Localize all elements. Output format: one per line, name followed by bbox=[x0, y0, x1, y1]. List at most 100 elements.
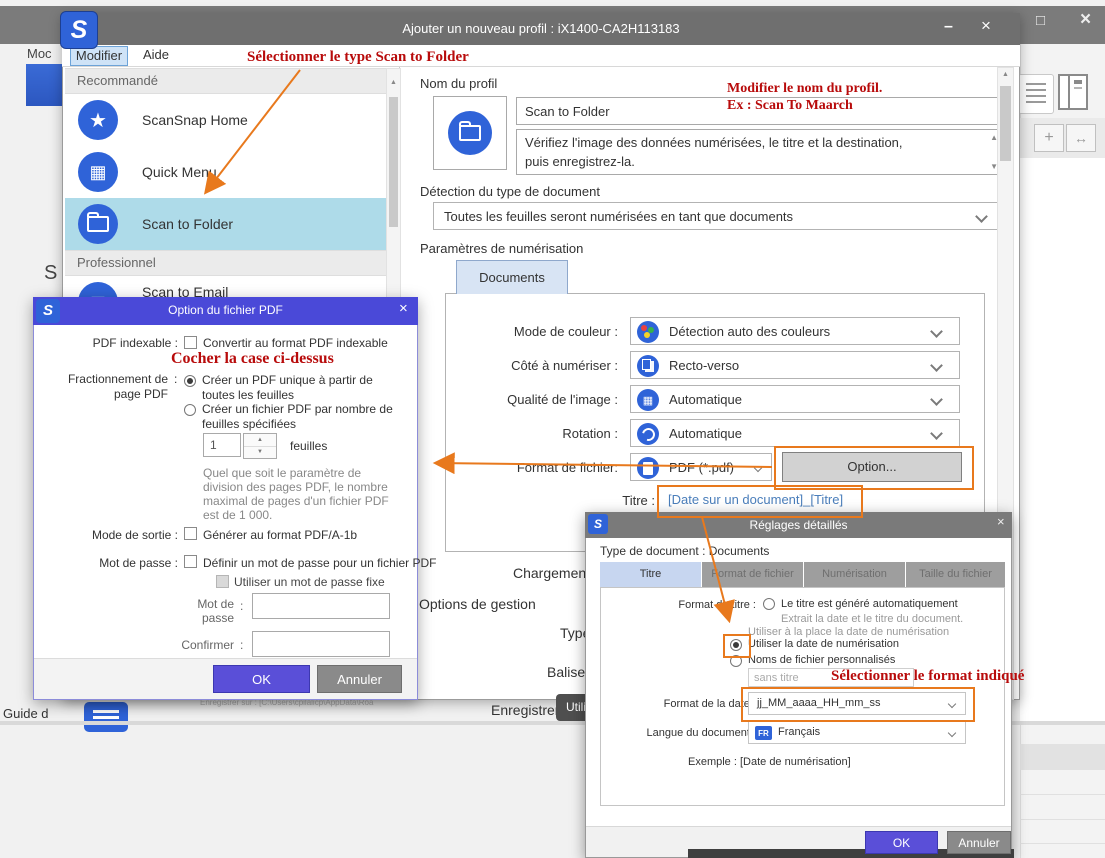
background-table-row-line bbox=[1020, 843, 1105, 844]
split-colon: : bbox=[174, 372, 177, 386]
scan-date-radio[interactable] bbox=[730, 639, 742, 651]
chevron-down-icon bbox=[930, 359, 943, 372]
custom-name-radio[interactable] bbox=[730, 655, 742, 667]
tab-numerisation[interactable]: Numérisation bbox=[804, 562, 905, 587]
rotation-dropdown[interactable]: Automatique bbox=[630, 419, 960, 447]
tab-taille-du-fichier[interactable]: Taille du fichier bbox=[906, 562, 1005, 587]
list-view-icon[interactable] bbox=[1018, 74, 1054, 114]
tab-format-de-fichier[interactable]: Format de fichier bbox=[702, 562, 803, 587]
background-logo-fragment bbox=[26, 64, 62, 106]
background-table-row-line bbox=[1020, 794, 1105, 795]
annotation-select-type: Sélectionner le type Scan to Folder bbox=[247, 49, 469, 66]
detection-dropdown[interactable]: Toutes les feuilles seront numérisées en… bbox=[433, 202, 1003, 230]
scan-side-dropdown[interactable]: Recto-verso bbox=[630, 351, 960, 379]
color-auto-icon bbox=[637, 321, 659, 343]
fixed-password-checkbox bbox=[216, 575, 229, 588]
date-format-dropdown[interactable]: jj_MM_aaaa_HH_mm_ss bbox=[748, 692, 966, 715]
profile-description-box[interactable]: Vérifiez l'image des données numérisées,… bbox=[516, 129, 1003, 175]
annotation-modify-name-1: Modifier le nom du profil. bbox=[727, 81, 882, 97]
menubar bbox=[62, 45, 1020, 67]
ok-button[interactable]: OK bbox=[865, 831, 938, 854]
chevron-down-icon bbox=[975, 210, 988, 223]
cancel-button[interactable]: Annuler bbox=[947, 831, 1011, 854]
background-table-area bbox=[1020, 158, 1105, 721]
split-pdf-radio[interactable] bbox=[184, 404, 196, 416]
background-app-icon bbox=[84, 702, 128, 732]
detail-dialog-title: Réglages détaillés bbox=[585, 518, 1012, 532]
single-pdf-radio[interactable] bbox=[184, 375, 196, 387]
auto-title-radio[interactable] bbox=[763, 598, 775, 610]
chevron-down-icon bbox=[948, 729, 956, 737]
profile-name-section-label: Nom du profil bbox=[420, 76, 497, 91]
color-mode-label: Mode de couleur : bbox=[413, 324, 618, 339]
fixed-password-label: Utiliser un mot de passe fixe bbox=[234, 575, 385, 589]
fr-flag-badge: FR bbox=[755, 726, 772, 740]
sidebar-header-professionnel: Professionnel bbox=[65, 250, 386, 276]
duplex-icon bbox=[637, 355, 659, 377]
chevron-down-icon bbox=[930, 325, 943, 338]
scroll-up-icon: ▲ bbox=[387, 79, 400, 86]
menu-modifier[interactable]: Modifier bbox=[70, 46, 128, 66]
tab-documents[interactable]: Documents bbox=[456, 260, 568, 294]
title-row-label: Titre : bbox=[540, 493, 655, 508]
loading-label: Chargement bbox=[513, 565, 590, 581]
quality-auto-icon: ▦ bbox=[637, 389, 659, 411]
background-menu-fragment: Moc bbox=[27, 46, 52, 61]
indexable-checkbox[interactable] bbox=[184, 336, 197, 349]
file-format-dropdown[interactable]: PDF (*.pdf) bbox=[630, 453, 772, 481]
annotation-check-box: Cocher la case ci-dessus bbox=[171, 350, 334, 368]
doc-type-label: Type de document : Documents bbox=[600, 544, 769, 558]
image-quality-dropdown[interactable]: ▦ Automatique bbox=[630, 385, 960, 413]
indexable-option-label: Convertir au format PDF indexable bbox=[203, 336, 388, 350]
folder-icon bbox=[448, 111, 492, 155]
close-icon[interactable]: × bbox=[997, 514, 1005, 529]
close-icon[interactable]: × bbox=[1080, 9, 1091, 31]
custom-name-label: Noms de fichier personnalisés bbox=[748, 654, 895, 666]
sidebar-item-scan-to-folder[interactable]: Scan to Folder bbox=[65, 198, 386, 250]
title-row-value[interactable]: [Date sur un document]_[Titre] bbox=[668, 492, 843, 507]
option-button[interactable]: Option... bbox=[782, 452, 962, 482]
minimize-icon[interactable]: – bbox=[944, 18, 953, 36]
chevron-down-icon bbox=[930, 393, 943, 406]
scan-settings-section-label: Paramètres de numérisation bbox=[420, 241, 583, 256]
dialog-title: Ajouter un nouveau profil : iX1400-CA2H1… bbox=[62, 21, 1020, 36]
sidebar-item-quick-menu[interactable]: ▦ Quick Menu bbox=[65, 146, 386, 198]
password-checkbox[interactable] bbox=[184, 555, 197, 568]
color-mode-dropdown[interactable]: Détection auto des couleurs bbox=[630, 317, 960, 345]
screenshot-stage: □ × Moc S Guide d + ↔ Ajouter un nouveau… bbox=[0, 0, 1105, 858]
title-format-label: Format du titre : bbox=[596, 599, 756, 611]
page-split-label: Fractionnement de page PDF bbox=[48, 372, 168, 402]
management-options-label: Options de gestion bbox=[419, 596, 536, 612]
confirm-input[interactable] bbox=[252, 631, 390, 657]
close-icon[interactable]: × bbox=[399, 300, 408, 317]
panel-layout-icon[interactable] bbox=[1058, 74, 1088, 110]
background-guide-label: Guide d bbox=[3, 706, 49, 721]
move-icon[interactable]: + bbox=[1034, 124, 1064, 152]
confirm-label: Confirmer bbox=[159, 638, 234, 652]
scan-date-label: Utiliser la date de numérisation bbox=[748, 638, 899, 650]
close-icon[interactable]: × bbox=[981, 16, 991, 36]
star-icon: ★ bbox=[78, 100, 118, 140]
maximize-icon[interactable]: □ bbox=[1036, 12, 1045, 29]
resize-icon[interactable]: ↔ bbox=[1066, 124, 1096, 152]
auto-title-note2: Utiliser à la place la date de numérisat… bbox=[748, 626, 949, 638]
split-pdf-option-label: Créer un fichier PDF par nombre de feuil… bbox=[202, 402, 408, 432]
scan-side-label: Côté à numériser : bbox=[413, 358, 618, 373]
sheet-count-input[interactable] bbox=[203, 433, 241, 457]
cancel-button[interactable]: Annuler bbox=[317, 665, 402, 693]
pdfa-checkbox[interactable] bbox=[184, 527, 197, 540]
password-option-label: Définir un mot de passe pour un fichier … bbox=[203, 556, 436, 570]
sheet-count-stepper[interactable]: ▲ ▼ bbox=[243, 433, 277, 459]
menu-aide[interactable]: Aide bbox=[134, 46, 178, 66]
sheets-unit-label: feuilles bbox=[290, 439, 327, 453]
annotation-select-format: Sélectionner le format indiqué bbox=[831, 668, 1024, 685]
pdf-dialog-title: Option du fichier PDF bbox=[33, 303, 418, 317]
spin-down-icon: ▼ bbox=[244, 446, 276, 457]
tab-titre[interactable]: Titre bbox=[600, 562, 701, 587]
password-input[interactable] bbox=[252, 593, 390, 619]
chevron-down-icon bbox=[754, 464, 762, 472]
document-language-dropdown[interactable]: FR Français bbox=[748, 721, 966, 744]
auto-title-label: Le titre est généré automatiquement bbox=[781, 598, 958, 610]
ok-button[interactable]: OK bbox=[213, 665, 310, 693]
sidebar-item-scansnap-home[interactable]: ★ ScanSnap Home bbox=[65, 94, 386, 146]
